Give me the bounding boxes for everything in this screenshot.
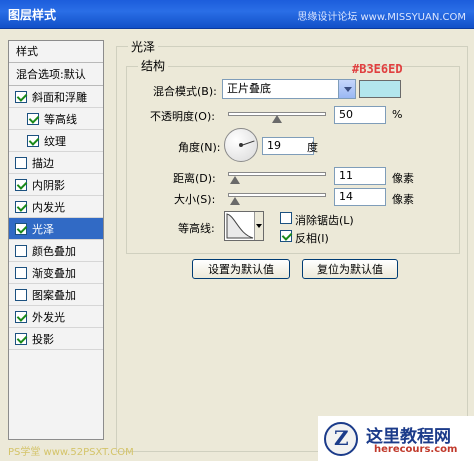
structure-title: 结构 xyxy=(138,57,169,74)
style-item-label: 等高线 xyxy=(44,112,77,126)
antialias-label[interactable]: 消除锯齿(L) xyxy=(295,212,354,228)
distance-unit: 像素 xyxy=(392,172,414,185)
style-item-label: 投影 xyxy=(32,332,54,346)
angle-label: 角度(N): xyxy=(178,141,221,154)
opacity-input[interactable]: 50 xyxy=(334,106,386,124)
blend-mode-select[interactable]: 正片叠底 xyxy=(222,79,356,99)
antialias-checkbox[interactable] xyxy=(280,212,292,224)
contour-picker[interactable] xyxy=(224,211,264,241)
angle-dial-hand xyxy=(241,140,255,146)
distance-input[interactable]: 11 xyxy=(334,167,386,185)
angle-dial[interactable] xyxy=(224,128,258,162)
size-slider-thumb[interactable] xyxy=(230,197,240,205)
watermark-bottom: PS学堂 www.52PSXT.COM xyxy=(8,447,134,458)
color-hex-annotation: #B3E6ED xyxy=(352,62,403,76)
size-unit: 像素 xyxy=(392,193,414,206)
style-checkbox[interactable] xyxy=(15,332,27,345)
invert-label[interactable]: 反相(I) xyxy=(295,230,329,246)
distance-slider[interactable] xyxy=(228,172,326,176)
style-item-label: 内阴影 xyxy=(32,178,65,192)
size-label: 大小(S): xyxy=(174,193,216,206)
opacity-label: 不透明度(O): xyxy=(150,110,215,123)
style-item-label: 纹理 xyxy=(44,134,66,148)
style-checkbox[interactable] xyxy=(27,112,39,125)
angle-dial-center xyxy=(239,143,243,147)
distance-slider-thumb[interactable] xyxy=(230,176,240,184)
blend-options-item[interactable]: 混合选项:默认 xyxy=(9,63,103,86)
satin-title: 光泽 xyxy=(128,38,159,55)
style-item-label: 渐变叠加 xyxy=(32,266,76,280)
blend-mode-value: 正片叠底 xyxy=(227,82,271,95)
distance-label: 距离(D): xyxy=(173,172,216,185)
style-item-label: 颜色叠加 xyxy=(32,244,76,258)
style-list: 样式 混合选项:默认 斜面和浮雕等高线纹理描边内阴影内发光光泽颜色叠加渐变叠加图… xyxy=(8,40,104,440)
contour-dropdown-arrow[interactable] xyxy=(254,212,263,240)
style-checkbox[interactable] xyxy=(27,134,39,147)
style-list-item[interactable]: 等高线 xyxy=(9,108,103,130)
style-item-label: 内发光 xyxy=(32,200,65,214)
style-list-item[interactable]: 渐变叠加 xyxy=(9,262,103,284)
style-checkbox[interactable] xyxy=(15,244,27,257)
angle-unit: 度 xyxy=(307,141,318,154)
style-list-item[interactable]: 内发光 xyxy=(9,196,103,218)
opacity-slider-thumb[interactable] xyxy=(272,115,282,123)
style-checkbox[interactable] xyxy=(15,222,27,235)
logo-site-text: herecours.com xyxy=(374,444,458,455)
style-item-label: 斜面和浮雕 xyxy=(32,90,87,104)
chevron-down-icon[interactable] xyxy=(338,80,355,98)
style-item-label: 光泽 xyxy=(32,222,54,236)
contour-curve-icon xyxy=(226,213,254,239)
logo-z-glyph: Z xyxy=(334,426,349,450)
style-list-item[interactable]: 外发光 xyxy=(9,306,103,328)
blend-mode-label: 混合模式(B): xyxy=(153,85,217,98)
color-swatch[interactable] xyxy=(359,80,401,98)
make-default-button[interactable]: 设置为默认值 xyxy=(192,259,290,279)
style-list-item[interactable]: 光泽 xyxy=(9,218,103,240)
size-slider[interactable] xyxy=(228,193,326,197)
style-checkbox[interactable] xyxy=(15,178,27,191)
style-list-item[interactable]: 斜面和浮雕 xyxy=(9,86,103,108)
style-list-item[interactable]: 投影 xyxy=(9,328,103,350)
style-list-item[interactable]: 图案叠加 xyxy=(9,284,103,306)
style-checkbox[interactable] xyxy=(15,156,27,169)
style-item-label: 外发光 xyxy=(32,310,65,324)
style-checkbox[interactable] xyxy=(15,200,27,213)
style-list-item[interactable]: 颜色叠加 xyxy=(9,240,103,262)
styles-header[interactable]: 样式 xyxy=(9,41,103,63)
site-logo: Z 这里教程网 herecours.com xyxy=(318,416,474,461)
style-item-label: 图案叠加 xyxy=(32,288,76,302)
watermark-top: 思缘设计论坛 www.MISSYUAN.COM xyxy=(297,12,466,23)
style-list-item[interactable]: 纹理 xyxy=(9,130,103,152)
style-list-item[interactable]: 描边 xyxy=(9,152,103,174)
style-checkbox[interactable] xyxy=(15,90,27,103)
style-checkbox[interactable] xyxy=(15,310,27,323)
style-checkbox[interactable] xyxy=(15,266,27,279)
window-titlebar: 图层样式 思缘设计论坛 www.MISSYUAN.COM xyxy=(0,0,474,29)
style-item-label: 描边 xyxy=(32,156,54,170)
size-input[interactable]: 14 xyxy=(334,188,386,206)
style-list-item[interactable]: 内阴影 xyxy=(9,174,103,196)
contour-label: 等高线: xyxy=(178,222,215,235)
style-checkbox[interactable] xyxy=(15,288,27,301)
window-title: 图层样式 xyxy=(8,7,57,22)
opacity-unit: % xyxy=(392,108,403,121)
reset-default-button[interactable]: 复位为默认值 xyxy=(302,259,398,279)
invert-checkbox[interactable] xyxy=(280,230,292,242)
